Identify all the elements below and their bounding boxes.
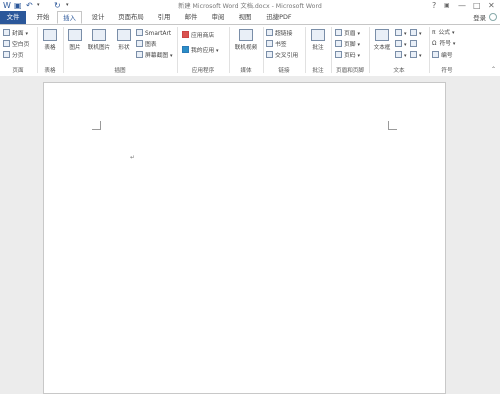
date-time-icon xyxy=(410,40,417,47)
ribbon-tabs: 文件 开始 插入 设计 页面布局 引用 邮件 审阅 视图 迅捷PDF 登录 xyxy=(0,11,500,25)
minimize-button[interactable]: — xyxy=(458,0,466,11)
page-break-button[interactable]: 分页 xyxy=(3,51,24,60)
shapes-icon xyxy=(117,29,131,41)
signature-line-icon xyxy=(410,29,417,36)
screenshot-icon xyxy=(136,51,143,58)
app-store-button[interactable]: 应用商店 xyxy=(182,31,214,40)
cover-page-icon xyxy=(3,29,10,36)
shapes-button[interactable]: 形状 xyxy=(113,29,135,51)
store-icon xyxy=(182,31,189,38)
maximize-button[interactable]: □ xyxy=(473,0,481,11)
tab-design[interactable]: 设计 xyxy=(87,12,109,23)
page-number-icon xyxy=(335,51,342,58)
group-label-links: 链接 xyxy=(278,68,290,74)
blank-page-button[interactable]: 空白页 xyxy=(3,40,29,49)
picture-icon xyxy=(68,29,82,41)
date-time-button[interactable] xyxy=(410,40,419,49)
header-button[interactable]: 页眉 ▾ xyxy=(335,29,360,38)
online-video-icon xyxy=(239,29,253,41)
help-button[interactable]: ? xyxy=(432,0,436,11)
my-apps-button[interactable]: 我的应用 ▾ xyxy=(182,46,219,55)
page-break-icon xyxy=(3,51,10,58)
cross-reference-button[interactable]: 交叉引用 xyxy=(266,51,298,60)
ribbon-display-button[interactable]: ▣ xyxy=(444,0,450,11)
equation-button[interactable]: π 公式 ▾ xyxy=(432,29,454,38)
online-picture-icon xyxy=(92,29,106,41)
chart-icon xyxy=(136,40,143,47)
online-picture-button[interactable]: 联机图片 xyxy=(86,29,112,51)
tab-review[interactable]: 审阅 xyxy=(207,12,229,23)
wordart-button[interactable]: ▾ xyxy=(395,40,407,49)
tab-view[interactable]: 视图 xyxy=(234,12,256,23)
text-box-icon xyxy=(375,29,389,41)
numbering-button[interactable]: 编号 xyxy=(432,51,453,60)
crop-mark-top-left xyxy=(92,121,101,130)
document-page[interactable]: ↵ xyxy=(43,82,446,394)
group-label-apps: 应用程序 xyxy=(191,68,215,74)
symbol-button[interactable]: Ω 符号 ▾ xyxy=(432,40,455,49)
chart-button[interactable]: 图表 xyxy=(136,40,157,49)
drop-cap-icon xyxy=(395,51,402,58)
my-apps-icon xyxy=(182,46,189,53)
paragraph-mark: ↵ xyxy=(130,154,136,161)
cross-reference-icon xyxy=(266,51,273,58)
tab-insert[interactable]: 插入 xyxy=(57,11,82,24)
ribbon-insert: 封面 ▾ 空白页 分页 页面 表格 表格 图片 联机图片 形状 SmartArt… xyxy=(0,24,500,77)
group-label-tables: 表格 xyxy=(44,68,56,74)
picture-button[interactable]: 图片 xyxy=(64,29,86,51)
login-link[interactable]: 登录 xyxy=(473,13,486,22)
header-icon xyxy=(335,29,342,36)
group-label-symbols: 符号 xyxy=(441,68,453,74)
tab-page-layout[interactable]: 页面布局 xyxy=(114,12,148,23)
group-label-header-footer: 页眉和页脚 xyxy=(336,68,364,74)
group-label-illustrations: 插图 xyxy=(114,68,126,74)
hyperlink-button[interactable]: 超链接 xyxy=(266,29,292,38)
collapse-ribbon-icon[interactable]: ⌃ xyxy=(491,66,496,73)
title-bar: W ▣ ↶ ▾ ↻ ▾ 新建 Microsoft Word 文档.docx - … xyxy=(0,0,500,11)
wordart-icon xyxy=(395,40,402,47)
table-icon xyxy=(43,29,57,41)
drop-cap-button[interactable]: ▾ xyxy=(395,51,407,60)
bookmark-button[interactable]: 书签 xyxy=(266,40,287,49)
table-button[interactable]: 表格 xyxy=(39,29,61,51)
group-label-media: 媒体 xyxy=(240,68,252,74)
window-title: 新建 Microsoft Word 文档.docx - Microsoft Wo… xyxy=(178,3,322,10)
pi-icon: π xyxy=(432,30,436,36)
online-video-button[interactable]: 联机视频 xyxy=(232,29,260,51)
close-button[interactable]: ✕ xyxy=(488,0,495,11)
footer-button[interactable]: 页脚 ▾ xyxy=(335,40,360,49)
smartart-icon xyxy=(136,29,143,36)
object-button[interactable]: ▾ xyxy=(410,51,422,60)
group-label-pages: 页面 xyxy=(12,68,24,74)
object-icon xyxy=(410,51,417,58)
blank-page-icon xyxy=(3,40,10,47)
tab-references[interactable]: 引用 xyxy=(153,12,175,23)
omega-icon: Ω xyxy=(432,41,437,47)
quick-parts-icon xyxy=(395,29,402,36)
tab-home[interactable]: 开始 xyxy=(32,12,54,23)
quick-parts-button[interactable]: ▾ xyxy=(395,29,407,38)
group-label-text: 文本 xyxy=(393,68,405,74)
comment-button[interactable]: 批注 xyxy=(307,29,329,51)
cover-page-button[interactable]: 封面 ▾ xyxy=(3,29,28,38)
document-canvas: ↵ xyxy=(0,76,500,394)
screenshot-button[interactable]: 屏幕截图 ▾ xyxy=(136,51,173,60)
tab-mailings[interactable]: 邮件 xyxy=(180,12,202,23)
signature-line-button[interactable]: ▾ xyxy=(410,29,422,38)
numbering-icon xyxy=(432,51,439,58)
tab-xunjie-pdf[interactable]: 迅捷PDF xyxy=(261,12,297,23)
hyperlink-icon xyxy=(266,29,273,36)
crop-mark-top-right xyxy=(388,121,397,130)
comment-icon xyxy=(311,29,325,41)
footer-icon xyxy=(335,40,342,47)
page-number-button[interactable]: 页码 ▾ xyxy=(335,51,360,60)
feedback-smiley-icon[interactable] xyxy=(489,13,497,21)
tab-file[interactable]: 文件 xyxy=(0,11,26,24)
smartart-button[interactable]: SmartArt xyxy=(136,29,171,38)
group-label-comments: 批注 xyxy=(312,68,324,74)
bookmark-icon xyxy=(266,40,273,47)
text-box-button[interactable]: 文本框 xyxy=(371,29,393,51)
